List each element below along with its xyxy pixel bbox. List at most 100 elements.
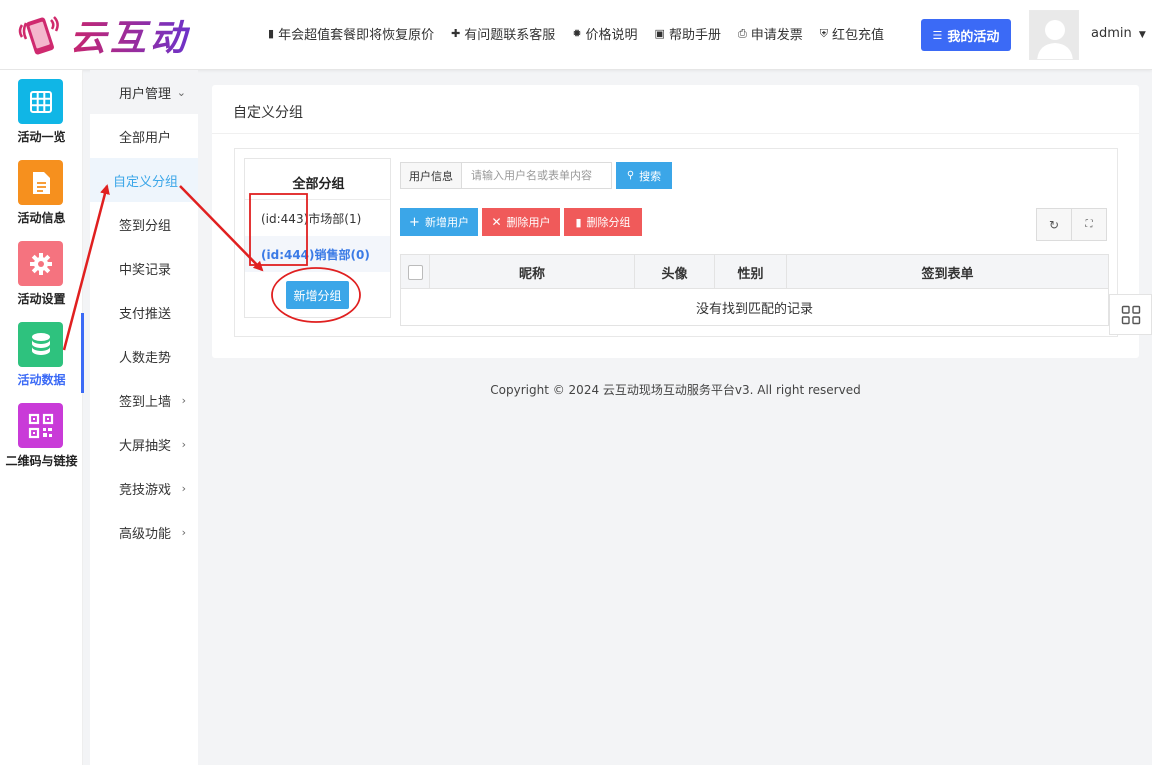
expand-icon: ⛶ bbox=[1085, 219, 1093, 230]
subnav-item-custom-groups[interactable]: 自定义分组 bbox=[90, 158, 198, 202]
qrcode-icon bbox=[18, 403, 63, 448]
search-icon: ⚲ bbox=[626, 170, 635, 181]
select-all-checkbox[interactable] bbox=[407, 264, 423, 280]
nav-pricing-link[interactable]: ✹ 价格说明 bbox=[572, 24, 637, 43]
subnav-item-games[interactable]: 竞技游戏 › bbox=[90, 466, 198, 510]
delete-user-button[interactable]: ✕ 删除用户 bbox=[482, 208, 560, 236]
empty-table-message: 没有找到匹配的记录 bbox=[695, 301, 813, 317]
subnav-label: 签到分组 bbox=[119, 218, 172, 234]
delete-group-button[interactable]: ▮ 删除分组 bbox=[564, 208, 642, 236]
subnav-item-checkin-groups[interactable]: 签到分组 bbox=[90, 202, 198, 246]
book-icon: ▣ bbox=[654, 27, 665, 40]
column-header-avatar[interactable]: 头像 bbox=[635, 255, 715, 289]
column-header-checkin-form[interactable]: 签到表单 bbox=[787, 255, 1108, 289]
sidebar-item-settings[interactable]: 活动设置 bbox=[0, 232, 83, 312]
table-header: 昵称 头像 性别 签到表单 bbox=[401, 255, 1108, 289]
logo-text: 云互动 bbox=[70, 9, 190, 61]
search-label: 用户信息 bbox=[400, 162, 462, 189]
icon-sidebar: 活动一览 活动信息 活动设置 活动数据 二维码与链接 bbox=[0, 70, 84, 765]
add-user-button[interactable]: + 新增用户 bbox=[400, 208, 478, 236]
subnav-label: 支付推送 bbox=[119, 306, 172, 322]
subnav-item-advanced[interactable]: 高级功能 › bbox=[90, 510, 198, 554]
shield-icon: ⛨ bbox=[819, 26, 829, 40]
avatar[interactable] bbox=[1029, 10, 1079, 60]
subnav-item-payment-push[interactable]: 支付推送 bbox=[90, 290, 198, 334]
search-button[interactable]: ⚲ 搜索 bbox=[616, 162, 672, 189]
group-item-443[interactable]: (id:443)市场部(1) bbox=[245, 200, 390, 236]
refresh-icon: ↻ bbox=[1048, 217, 1060, 232]
file-icon bbox=[18, 160, 63, 205]
top-nav: ▮ 年会超值套餐即将恢复原价 ✚ 有问题联系客服 ✹ 价格说明 ▣ 帮助手册 ⎙… bbox=[268, 24, 901, 44]
sidebar-item-label: 活动一览 bbox=[17, 130, 66, 144]
chevron-right-icon: › bbox=[181, 481, 186, 495]
subnav-item-people-trend[interactable]: 人数走势 bbox=[90, 334, 198, 378]
user-silhouette-icon bbox=[1030, 11, 1078, 59]
subnav-item-all-users[interactable]: 全部用户 bbox=[90, 114, 198, 158]
user-menu[interactable]: admin ▼ bbox=[1091, 26, 1146, 41]
nav-label: 有问题联系客服 bbox=[464, 28, 556, 43]
search-button-label: 搜索 bbox=[639, 169, 662, 183]
subnav-header-user-management[interactable]: 用户管理 ⌄ bbox=[90, 70, 198, 114]
nav-invoice-link[interactable]: ⎙ 申请发票 bbox=[738, 24, 803, 44]
group-label: (id:443)市场部(1) bbox=[261, 211, 362, 226]
nav-label: 年会超值套餐即将恢复原价 bbox=[278, 28, 435, 43]
subnav-label: 中奖记录 bbox=[119, 262, 172, 278]
divider bbox=[212, 133, 1139, 134]
footer-copyright: Copyright © 2024 云互动现场互动服务平台v3. All righ… bbox=[490, 383, 861, 397]
page-title: 自定义分组 bbox=[233, 105, 303, 121]
sub-nav: 用户管理 ⌄ 全部用户 自定义分组 签到分组 中奖记录 支付推送 人数走势 签到… bbox=[90, 70, 198, 765]
select-all-cell bbox=[401, 255, 430, 289]
subnav-label: 高级功能 bbox=[119, 526, 172, 542]
column-header-gender[interactable]: 性别 bbox=[715, 255, 787, 289]
subnav-label: 全部用户 bbox=[119, 130, 172, 146]
delete-user-label: 删除用户 bbox=[506, 216, 551, 229]
chevron-right-icon: › bbox=[181, 437, 186, 451]
apps-grid-icon bbox=[1121, 305, 1140, 324]
search-input[interactable] bbox=[461, 162, 612, 189]
sidebar-item-overview[interactable]: 活动一览 bbox=[0, 70, 83, 150]
nav-recharge-link[interactable]: ⛨ 红包充值 bbox=[819, 24, 885, 44]
subnav-item-screen-lottery[interactable]: 大屏抽奖 › bbox=[90, 422, 198, 466]
grid-icon bbox=[18, 79, 63, 124]
nav-label: 红包充值 bbox=[832, 28, 885, 43]
trash-icon: ▮ bbox=[575, 215, 582, 229]
column-header-nickname[interactable]: 昵称 bbox=[430, 255, 635, 289]
fullscreen-button[interactable]: ⛶ bbox=[1071, 208, 1107, 241]
group-label: (id:444)销售部(0) bbox=[261, 247, 370, 262]
nav-promo-link[interactable]: ▮ 年会超值套餐即将恢复原价 bbox=[268, 24, 434, 43]
user-plus-icon: ✚ bbox=[451, 27, 461, 40]
sidebar-item-label: 二维码与链接 bbox=[5, 454, 78, 468]
logo[interactable]: 云互动 bbox=[18, 10, 190, 60]
nav-help-link[interactable]: ▣ 帮助手册 bbox=[655, 24, 721, 43]
add-user-label: 新增用户 bbox=[424, 216, 469, 229]
plus-icon: + bbox=[409, 214, 420, 230]
list-icon: ☰ bbox=[932, 28, 943, 42]
nav-label: 价格说明 bbox=[585, 28, 638, 43]
caret-down-icon: ▼ bbox=[1138, 30, 1146, 40]
sidebar-item-qrcode[interactable]: 二维码与链接 bbox=[0, 394, 83, 474]
phone-logo-icon bbox=[18, 11, 62, 59]
sidebar-item-data[interactable]: 活动数据 bbox=[0, 313, 84, 393]
nav-support-link[interactable]: ✚ 有问题联系客服 bbox=[451, 24, 555, 43]
username: admin bbox=[1091, 26, 1132, 41]
subnav-header-label: 用户管理 bbox=[119, 86, 172, 102]
subnav-item-checkin-wall[interactable]: 签到上墙 › bbox=[90, 378, 198, 422]
subnav-label: 竞技游戏 bbox=[119, 482, 172, 498]
floating-menu-button[interactable] bbox=[1109, 294, 1152, 335]
badge-icon: ✹ bbox=[572, 27, 582, 40]
document-icon: ▮ bbox=[268, 27, 275, 40]
refresh-button[interactable]: ↻ bbox=[1036, 208, 1072, 241]
group-list-title[interactable]: 全部分组 bbox=[245, 173, 392, 192]
group-list: 全部分组 (id:443)市场部(1) (id:444)销售部(0) 新增分组 bbox=[244, 158, 391, 318]
sidebar-item-label: 活动信息 bbox=[17, 211, 66, 225]
nav-label: 帮助手册 bbox=[668, 28, 721, 43]
subnav-label: 大屏抽奖 bbox=[119, 438, 172, 454]
group-item-444[interactable]: (id:444)销售部(0) bbox=[245, 236, 390, 272]
user-table: 昵称 头像 性别 签到表单 没有找到匹配的记录 bbox=[400, 254, 1109, 326]
chevron-down-icon: ⌄ bbox=[176, 85, 186, 99]
subnav-item-prize-records[interactable]: 中奖记录 bbox=[90, 246, 198, 290]
chevron-right-icon: › bbox=[181, 393, 186, 407]
sidebar-item-info[interactable]: 活动信息 bbox=[0, 151, 83, 231]
add-group-button[interactable]: 新增分组 bbox=[286, 281, 349, 309]
my-activity-button[interactable]: ☰ 我的活动 bbox=[921, 19, 1011, 51]
